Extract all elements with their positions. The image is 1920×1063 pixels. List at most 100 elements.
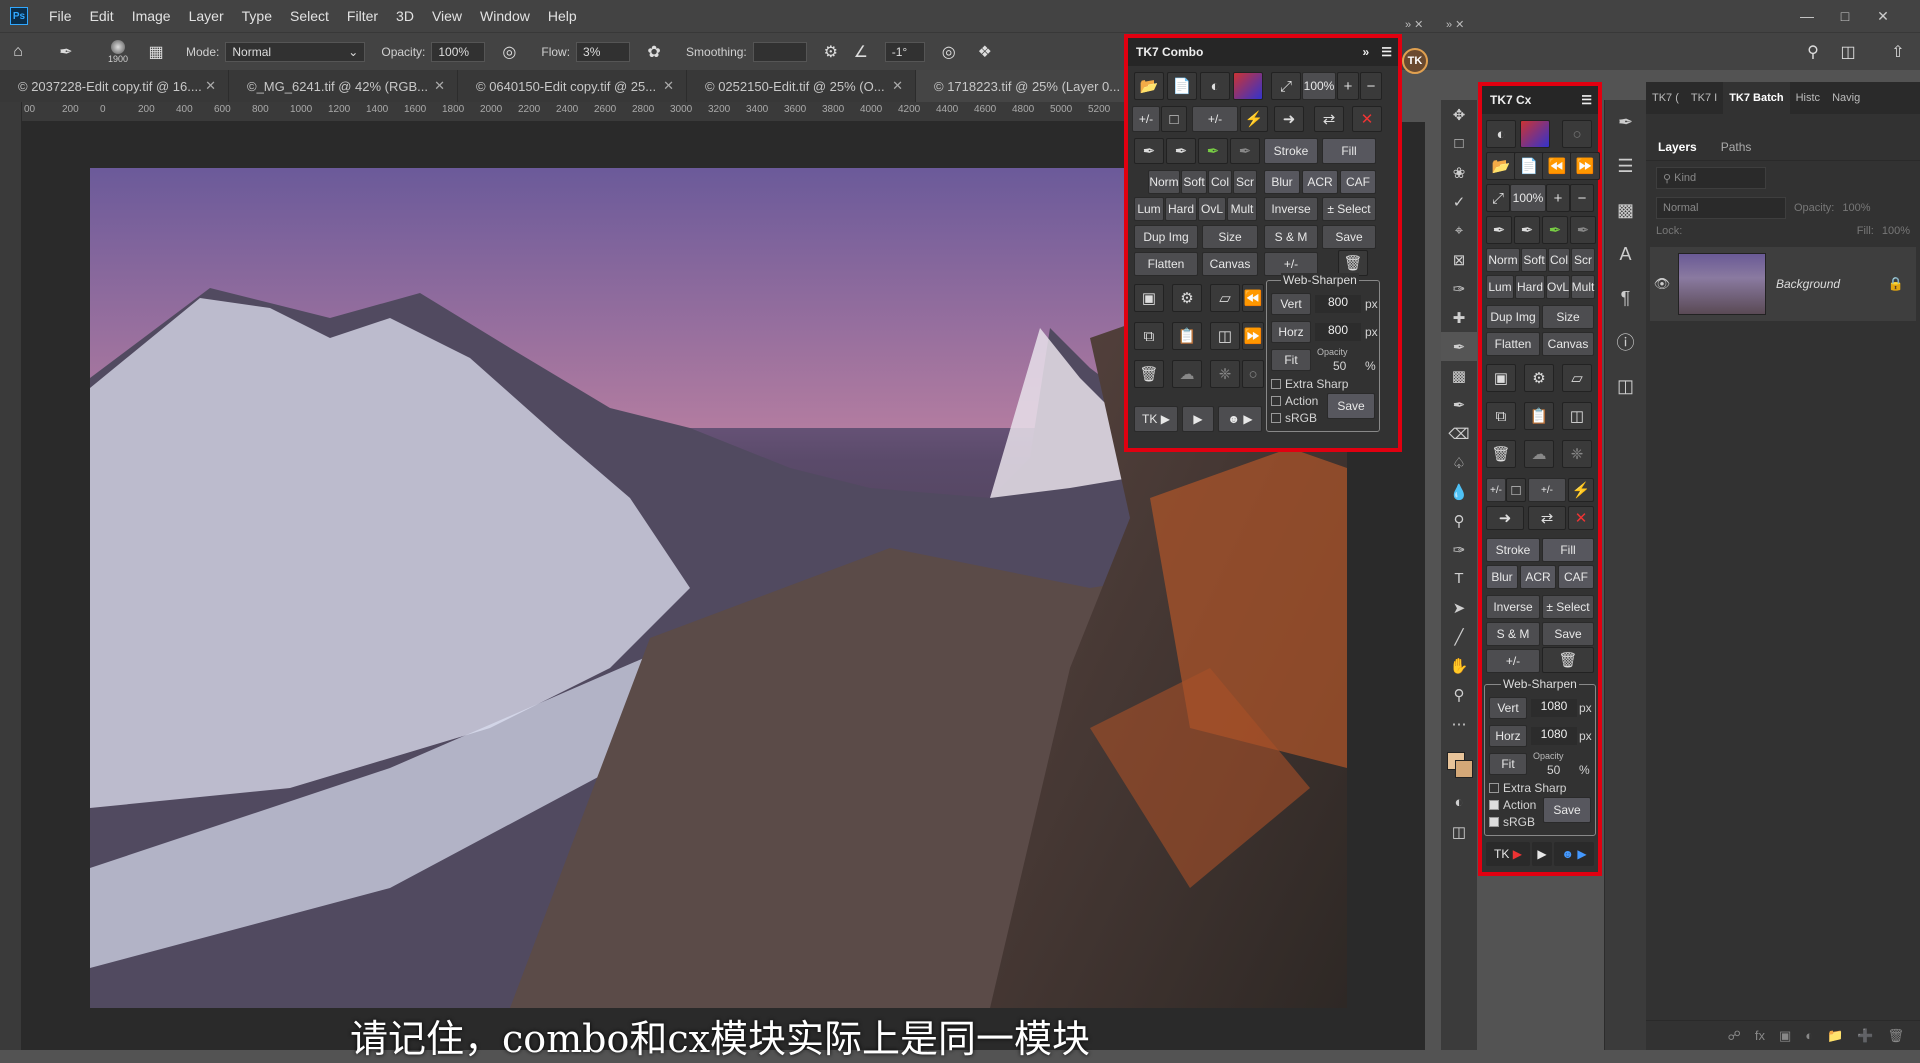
zoom-100-button[interactable]: 100% [1510,184,1546,212]
dup-img-button[interactable]: Dup Img [1486,305,1540,329]
plus-minus-select-button[interactable]: +/- [1486,649,1540,673]
select-button[interactable]: ± Select [1542,595,1594,619]
soft-button[interactable]: Soft [1181,170,1207,194]
new-layer-icon[interactable]: ➕ [1857,1028,1873,1044]
close-tab-icon[interactable]: ✕ [892,78,903,94]
color-swatches[interactable] [1441,738,1477,788]
workspace-icon[interactable]: ◫ [1836,40,1860,64]
copy-layers-icon[interactable]: ⧉ [1134,322,1164,350]
brush-tool-icon[interactable]: ✒ [54,40,78,64]
share-icon[interactable]: ⇧ [1886,40,1910,64]
tk-play-button[interactable]: TK ▶ [1486,842,1530,866]
trash-icon[interactable]: 🗑 [1887,1028,1904,1044]
soft-button[interactable]: Soft [1521,248,1547,272]
blur-button[interactable]: Blur [1486,565,1518,589]
menu-select[interactable]: Select [281,8,338,24]
blur-button[interactable]: Blur [1264,170,1300,194]
caf-button[interactable]: CAF [1340,170,1376,194]
opacity-value[interactable]: 50 [1333,359,1346,373]
norm-button[interactable]: Norm [1148,170,1180,194]
panel-menu-icon[interactable]: ☰ [1581,93,1592,107]
doc-tab[interactable]: © 2037228-Edit copy.tif @ 16.... ✕ [0,70,229,102]
col-button[interactable]: Col [1548,248,1570,272]
split-view-icon[interactable]: ◫ [1210,322,1240,350]
web-sharpen-save-button[interactable]: Save [1327,393,1375,419]
menu-3d[interactable]: 3D [387,8,423,24]
collapse-icon[interactable]: » [1363,45,1370,59]
menu-view[interactable]: View [423,8,471,24]
delete-layer-icon[interactable]: 🗑 [1486,440,1516,468]
paragraph-icon[interactable]: ¶ [1605,276,1646,320]
zoom-in-icon[interactable]: + [1337,72,1359,100]
caf-button[interactable]: CAF [1558,565,1594,589]
menu-filter[interactable]: Filter [338,8,387,24]
color-swap-icon[interactable] [1233,72,1263,100]
play-button[interactable]: ▶ [1532,842,1552,866]
background-color[interactable] [1455,760,1473,778]
tk-logo-icon[interactable]: TK [1402,48,1428,74]
user-play-button[interactable]: ☻ ▶ [1554,842,1594,866]
menu-help[interactable]: Help [539,8,586,24]
eyedropper-icon[interactable]: ❈ [1562,440,1592,468]
marquee-tool-icon[interactable]: □ [1441,129,1477,158]
close-icon[interactable]: ✕ [1864,0,1902,32]
mult-button[interactable]: Mult [1227,197,1257,221]
lasso-tool-icon[interactable]: ❀ [1441,158,1477,187]
layer-new-icon[interactable]: ▣ [1134,284,1164,312]
action-checkbox[interactable]: Action [1271,394,1318,408]
menu-window[interactable]: Window [471,8,539,24]
swap-icon[interactable]: ⇄ [1314,106,1344,132]
rewind-icon[interactable]: ⏪ [1242,284,1264,312]
canvas-button[interactable]: Canvas [1202,252,1258,276]
close-tab-icon[interactable]: ✕ [434,78,445,94]
eraser-tool-icon[interactable]: ⌫ [1441,419,1477,448]
crop-tool-icon[interactable]: ⌖ [1441,216,1477,245]
add-mask-icon[interactable]: ▣ [1779,1028,1791,1044]
cancel-icon[interactable]: ✕ [1568,506,1594,530]
link-icon[interactable]: ☍ [1728,1028,1741,1044]
zoom-tool-icon[interactable]: ⚲ [1441,680,1477,709]
pressure-opacity-icon[interactable]: ◎ [497,40,521,64]
forward-icon[interactable]: ⏩ [1570,152,1600,180]
fit-button[interactable]: Fit [1271,349,1311,371]
save-button[interactable]: Save [1542,622,1594,646]
plus-minus-heal-button[interactable]: +/- [1528,478,1566,502]
vert-input[interactable]: 1080 [1531,699,1577,717]
srgb-checkbox[interactable]: sRGB [1489,815,1535,829]
canvas-button[interactable]: Canvas [1542,332,1594,356]
vert-button[interactable]: Vert [1489,697,1527,719]
layer-group-icon[interactable]: ⚙ [1524,364,1554,392]
kind-filter[interactable]: ⚲ Kind [1656,167,1766,189]
inverse-button[interactable]: Inverse [1486,595,1540,619]
brush-gray-icon[interactable]: ✒ [1570,216,1596,244]
layer-row[interactable]: 👁 Background 🔒 [1650,247,1916,321]
panel-collapse-icon[interactable]: » ✕ [1446,18,1476,32]
ovl-button[interactable]: OvL [1546,275,1570,299]
brush-black-icon[interactable]: ✒ [1486,216,1512,244]
angle-field[interactable]: -1° [884,41,925,62]
close-tab-icon[interactable]: ✕ [663,78,674,94]
eyedropper-tool-icon[interactable]: ✑ [1441,274,1477,303]
zoom-in-icon[interactable]: + [1546,184,1570,212]
doc-tab[interactable]: © 0640150-Edit copy.tif @ 25... ✕ [458,70,687,102]
color-swap-icon[interactable] [1520,120,1550,148]
plus-minus-button[interactable]: +/- [1486,478,1506,502]
horz-button[interactable]: Horz [1489,725,1527,747]
brush-settings-icon[interactable]: ✒ [1605,100,1646,144]
inverse-button[interactable]: Inverse [1264,197,1318,221]
character-icon[interactable]: A [1605,232,1646,276]
info-icon[interactable]: ⓘ [1605,320,1646,364]
scr-button[interactable]: Scr [1571,248,1595,272]
brush-white-icon[interactable]: ✒ [1166,138,1196,164]
size-button[interactable]: Size [1202,225,1258,249]
blur-tool-icon[interactable]: 💧 [1441,477,1477,506]
opacity-field[interactable]: 100% [431,41,486,62]
maximize-icon[interactable]: □ [1826,0,1864,32]
layer-group-icon[interactable]: ⚙ [1172,284,1202,312]
tab-tk7-a[interactable]: TK7 ( [1646,82,1685,114]
extra-sharp-checkbox[interactable]: Extra Sharp [1489,781,1566,795]
folder-icon[interactable]: 📁 [1827,1028,1843,1044]
extra-sharp-checkbox[interactable]: Extra Sharp [1271,377,1348,391]
fit-button[interactable]: Fit [1489,753,1527,775]
hard-button[interactable]: Hard [1165,197,1197,221]
